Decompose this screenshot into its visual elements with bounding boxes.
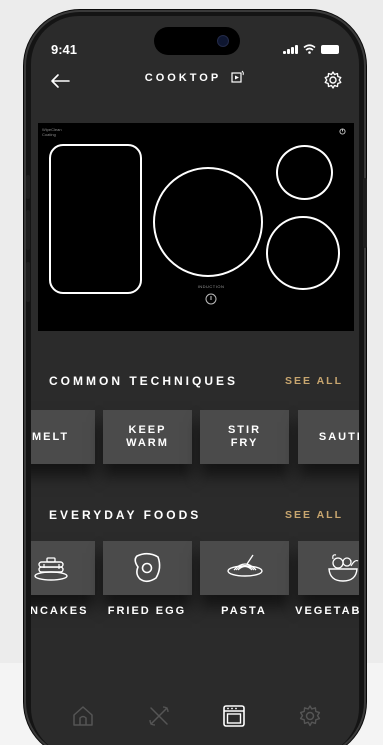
dynamic-island (154, 27, 240, 55)
burner-zone-medium[interactable] (266, 216, 340, 290)
volume-down-button (26, 262, 30, 302)
everyday-foods-title: EVERYDAY FOODS (49, 508, 202, 522)
pancakes-icon (33, 557, 68, 581)
utensils-icon[interactable] (147, 704, 171, 728)
technique-label: STIR FRY (227, 424, 262, 449)
battery-icon (321, 45, 339, 54)
technique-label: KEEP WARM (126, 424, 169, 449)
home-icon[interactable] (71, 704, 95, 728)
video-guide-icon[interactable] (231, 70, 245, 83)
everyday-foods-see-all-link[interactable]: SEE ALL (285, 509, 343, 521)
food-label-pasta: PASTA (221, 605, 267, 617)
settings-gear-icon[interactable] (323, 70, 343, 90)
page-title-text: COOKTOP (144, 72, 222, 84)
vegetables-icon (327, 554, 358, 582)
food-tile-fried-egg[interactable] (103, 541, 192, 595)
technique-tile-melt[interactable]: MELT (31, 410, 95, 464)
mute-switch (26, 175, 30, 199)
brand-logo: WipeClean Coating (42, 127, 62, 137)
common-techniques-title: COMMON TECHNIQUES (49, 374, 238, 388)
oven-icon[interactable] (222, 704, 246, 728)
settings-icon[interactable] (298, 704, 322, 728)
food-label-fried-egg: FRIED EGG (107, 605, 187, 617)
technique-label: SAUTE (318, 430, 359, 443)
technique-label: MELT (31, 430, 70, 443)
volume-up-button (26, 210, 30, 250)
food-label-vegetables: VEGETABLES (295, 605, 359, 617)
cooktop-diagram: WipeClean Coating INDUCTION (38, 123, 354, 331)
technique-tile-stir-fry[interactable]: STIR FRY (200, 410, 289, 464)
burner-zone-large[interactable] (153, 167, 263, 277)
food-tile-vegetables[interactable] (298, 541, 359, 595)
tab-bar (31, 696, 359, 736)
common-techniques-see-all-link[interactable]: SEE ALL (285, 375, 343, 387)
wifi-icon (303, 44, 316, 54)
cellular-signal-icon (283, 45, 298, 54)
technique-tile-keep-warm[interactable]: KEEP WARM (103, 410, 192, 464)
status-icons (283, 44, 339, 54)
burner-zone-bridge[interactable] (49, 144, 142, 294)
pasta-icon (226, 554, 263, 577)
fried-egg-icon (133, 552, 160, 583)
burner-zone-small[interactable] (276, 145, 333, 200)
status-time: 9:41 (51, 42, 78, 57)
app-screen: 9:41 COOKTOP WipeClean Coating INDUCTION… (31, 16, 359, 745)
food-tile-pasta[interactable] (200, 541, 289, 595)
technique-tile-saute[interactable]: SAUTE (298, 410, 359, 464)
power-button (363, 178, 367, 248)
cooktop-indicator-icon (339, 128, 346, 135)
page-title: COOKTOP (31, 70, 359, 84)
food-tile-pancakes[interactable] (31, 541, 95, 595)
camera-icon (217, 35, 229, 47)
induction-label: INDUCTION (197, 284, 225, 289)
power-info-icon[interactable] (205, 293, 217, 305)
